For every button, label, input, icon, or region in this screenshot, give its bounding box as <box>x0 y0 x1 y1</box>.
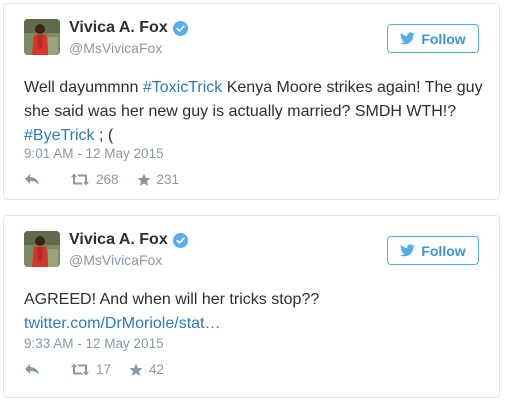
retweet-icon <box>71 363 89 376</box>
tweet-timestamp[interactable]: 9:01 AM - 12 May 2015 <box>24 146 164 161</box>
tweet-actions: 17 42 <box>24 362 164 377</box>
hashtag-link[interactable]: #ToxicTrick <box>143 79 222 96</box>
twitter-bird-icon <box>400 244 416 257</box>
retweet-button[interactable]: 268 <box>70 172 119 187</box>
retweet-count: 268 <box>96 172 119 187</box>
follow-button[interactable]: Follow <box>387 236 479 265</box>
tweet-link[interactable]: twitter.com/DrMoriole/stat… <box>24 315 220 332</box>
tweet-text-part: AGREED! And when will her tricks stop?? <box>24 291 320 308</box>
avatar[interactable] <box>24 19 60 55</box>
verified-badge-icon <box>172 232 188 248</box>
avatar[interactable] <box>24 231 60 267</box>
hashtag-link[interactable]: #ByeTrick <box>24 127 95 144</box>
favorite-button[interactable]: 42 <box>129 362 164 377</box>
tweet-timestamp[interactable]: 9:33 AM - 12 May 2015 <box>24 336 164 351</box>
favorite-count: 42 <box>149 362 165 377</box>
display-name-text: Vivica A. Fox <box>69 19 168 36</box>
verified-badge-icon <box>172 20 188 36</box>
reply-icon <box>25 364 39 375</box>
favorite-count: 231 <box>156 172 180 187</box>
display-name[interactable]: Vivica A. Fox <box>69 231 188 249</box>
reply-icon <box>25 174 39 185</box>
display-name-text: Vivica A. Fox <box>69 231 168 248</box>
tweet-card: Vivica A. Fox @MsVivicaFox Follow Well d… <box>3 3 500 200</box>
follow-button-label: Follow <box>421 242 466 259</box>
retweet-icon <box>71 173 89 186</box>
retweet-button[interactable]: 17 <box>70 362 111 377</box>
user-handle[interactable]: @MsVivicaFox <box>69 40 162 56</box>
favorite-button[interactable]: 231 <box>137 172 180 187</box>
twitter-bird-icon <box>400 32 416 45</box>
star-icon <box>137 173 151 186</box>
retweet-count: 17 <box>96 362 112 377</box>
tweet-actions: 268 231 <box>24 172 179 187</box>
star-icon <box>129 363 143 376</box>
display-name[interactable]: Vivica A. Fox <box>69 19 188 37</box>
tweet-text-part: ; ( <box>94 127 114 144</box>
tweet-card: Vivica A. Fox @MsVivicaFox Follow AGREED… <box>3 215 500 398</box>
tweet-text: Well dayummnn #ToxicTrick Kenya Moore st… <box>24 76 484 148</box>
follow-button-label: Follow <box>421 30 466 47</box>
tweet-text-part: Well dayummnn <box>24 79 143 96</box>
reply-button[interactable] <box>24 363 46 376</box>
follow-button[interactable]: Follow <box>387 24 479 53</box>
user-handle[interactable]: @MsVivicaFox <box>69 252 162 268</box>
tweet-text: AGREED! And when will her tricks stop?? t… <box>24 288 484 336</box>
reply-button[interactable] <box>24 173 46 186</box>
